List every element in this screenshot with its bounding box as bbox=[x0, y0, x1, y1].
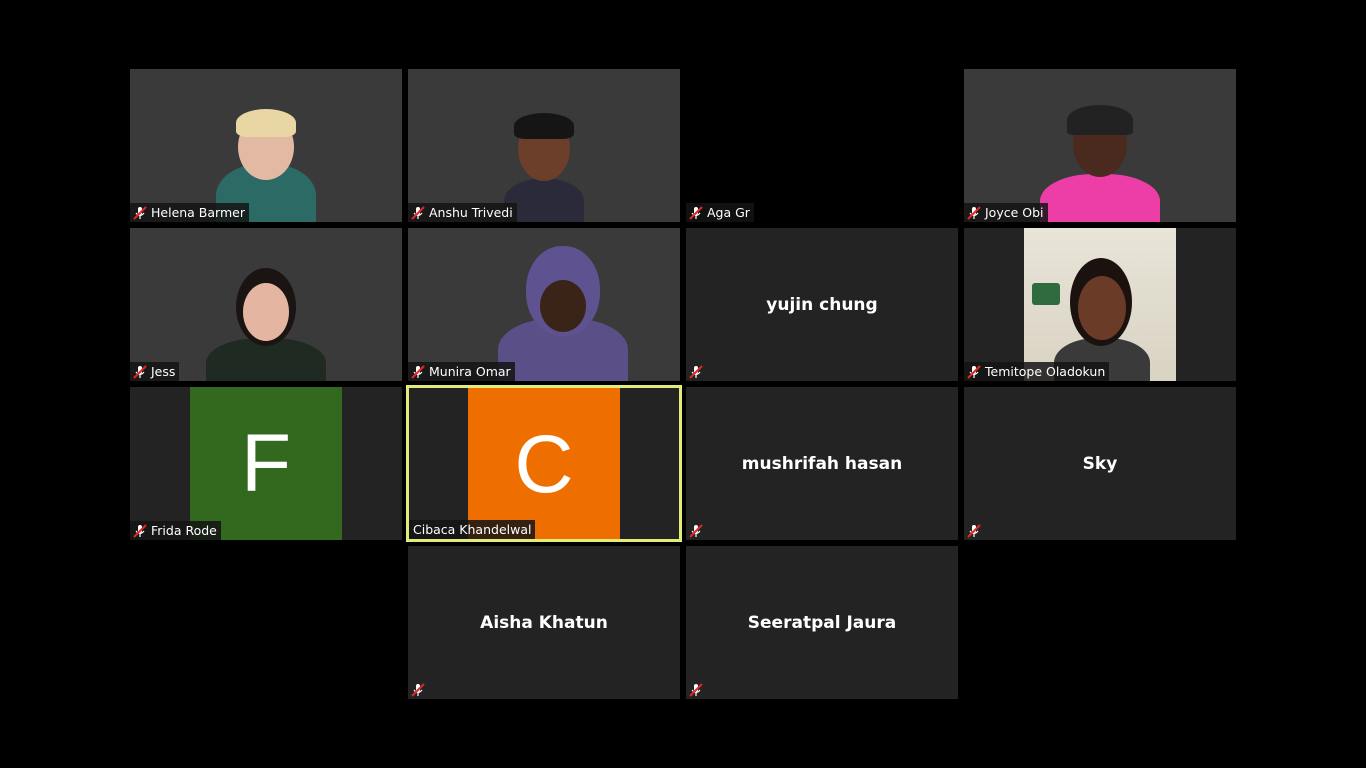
participant-tile-aisha-khatun[interactable]: Aisha Khatun bbox=[408, 546, 680, 699]
muted-mic-icon bbox=[967, 364, 981, 379]
participant-display-name: mushrifah hasan bbox=[741, 453, 903, 474]
muted-mic-icon bbox=[689, 682, 703, 697]
participant-name: Frida Rode bbox=[151, 523, 217, 538]
muted-mic-icon bbox=[133, 523, 147, 538]
muted-mic-icon bbox=[133, 364, 147, 379]
muted-mic-icon bbox=[411, 205, 425, 220]
participant-tile-aga-gr[interactable]: Aga Gr bbox=[686, 69, 958, 222]
participant-tile-munira-omar[interactable]: Munira Omar bbox=[408, 228, 680, 381]
avatar: F bbox=[190, 387, 342, 540]
participant-name: Joyce Obi bbox=[985, 205, 1044, 220]
muted-mic-icon bbox=[689, 523, 703, 538]
participant-name: Anshu Trivedi bbox=[429, 205, 513, 220]
gallery-view: Helena Barmer Anshu Trivedi Aga Gr Joyce… bbox=[0, 0, 1366, 768]
video-feed bbox=[1024, 228, 1176, 381]
participant-name: Jess bbox=[151, 364, 176, 379]
participant-name-label: Jess bbox=[130, 362, 180, 381]
participant-name-label bbox=[686, 521, 711, 540]
video-feed bbox=[474, 69, 614, 222]
participant-tile-anshu-trivedi[interactable]: Anshu Trivedi bbox=[408, 69, 680, 222]
muted-mic-icon bbox=[689, 205, 703, 220]
muted-mic-icon bbox=[411, 682, 425, 697]
video-feed bbox=[1025, 69, 1175, 222]
participant-tile-temitope-oladokun[interactable]: Temitope Oladokun bbox=[964, 228, 1236, 381]
participant-name-label: Anshu Trivedi bbox=[408, 203, 517, 222]
participant-name-label: Frida Rode bbox=[130, 521, 221, 540]
participant-display-name: Aisha Khatun bbox=[480, 612, 608, 633]
avatar: C bbox=[468, 388, 620, 539]
participant-display-name: Seeratpal Jaura bbox=[747, 612, 897, 633]
participant-name: Munira Omar bbox=[429, 364, 511, 379]
video-feed bbox=[488, 228, 638, 381]
participant-name-label bbox=[408, 680, 433, 699]
participant-name-label bbox=[686, 680, 711, 699]
participant-name-label: Helena Barmer bbox=[130, 203, 249, 222]
participant-name: Cibaca Khandelwal bbox=[413, 522, 532, 537]
participant-display-name: yujin chung bbox=[766, 294, 878, 315]
participant-tile-joyce-obi[interactable]: Joyce Obi bbox=[964, 69, 1236, 222]
participant-tile-helena-barmer[interactable]: Helena Barmer bbox=[130, 69, 402, 222]
participant-tile-yujin-chung[interactable]: yujin chung bbox=[686, 228, 958, 381]
participant-tile-mushrifah-hasan[interactable]: mushrifah hasan bbox=[686, 387, 958, 540]
muted-mic-icon bbox=[411, 364, 425, 379]
video-feed bbox=[196, 69, 336, 222]
participant-name-label bbox=[964, 521, 989, 540]
participant-name-label: Joyce Obi bbox=[964, 203, 1048, 222]
participant-name-label: Munira Omar bbox=[408, 362, 515, 381]
participant-tile-jess[interactable]: Jess bbox=[130, 228, 402, 381]
participant-name: Helena Barmer bbox=[151, 205, 245, 220]
participant-name: Aga Gr bbox=[707, 205, 750, 220]
participant-name-label: Temitope Oladokun bbox=[964, 362, 1110, 381]
participant-name-label: Aga Gr bbox=[686, 203, 754, 222]
muted-mic-icon bbox=[967, 523, 981, 538]
participant-name: Temitope Oladokun bbox=[985, 364, 1106, 379]
muted-mic-icon bbox=[967, 205, 981, 220]
participant-tile-frida-rode[interactable]: F Frida Rode bbox=[130, 387, 402, 540]
participant-tile-seeratpal-jaura[interactable]: Seeratpal Jaura bbox=[686, 546, 958, 699]
participant-tile-sky[interactable]: Sky bbox=[964, 387, 1236, 540]
participant-name-label bbox=[686, 362, 711, 381]
participant-display-name: Sky bbox=[1082, 453, 1118, 474]
muted-mic-icon bbox=[133, 205, 147, 220]
participant-name-label: Cibaca Khandelwal bbox=[409, 520, 536, 539]
muted-mic-icon bbox=[689, 364, 703, 379]
video-feed bbox=[191, 228, 341, 381]
participant-tile-cibaca-khandelwal[interactable]: C Cibaca Khandelwal bbox=[406, 385, 682, 542]
